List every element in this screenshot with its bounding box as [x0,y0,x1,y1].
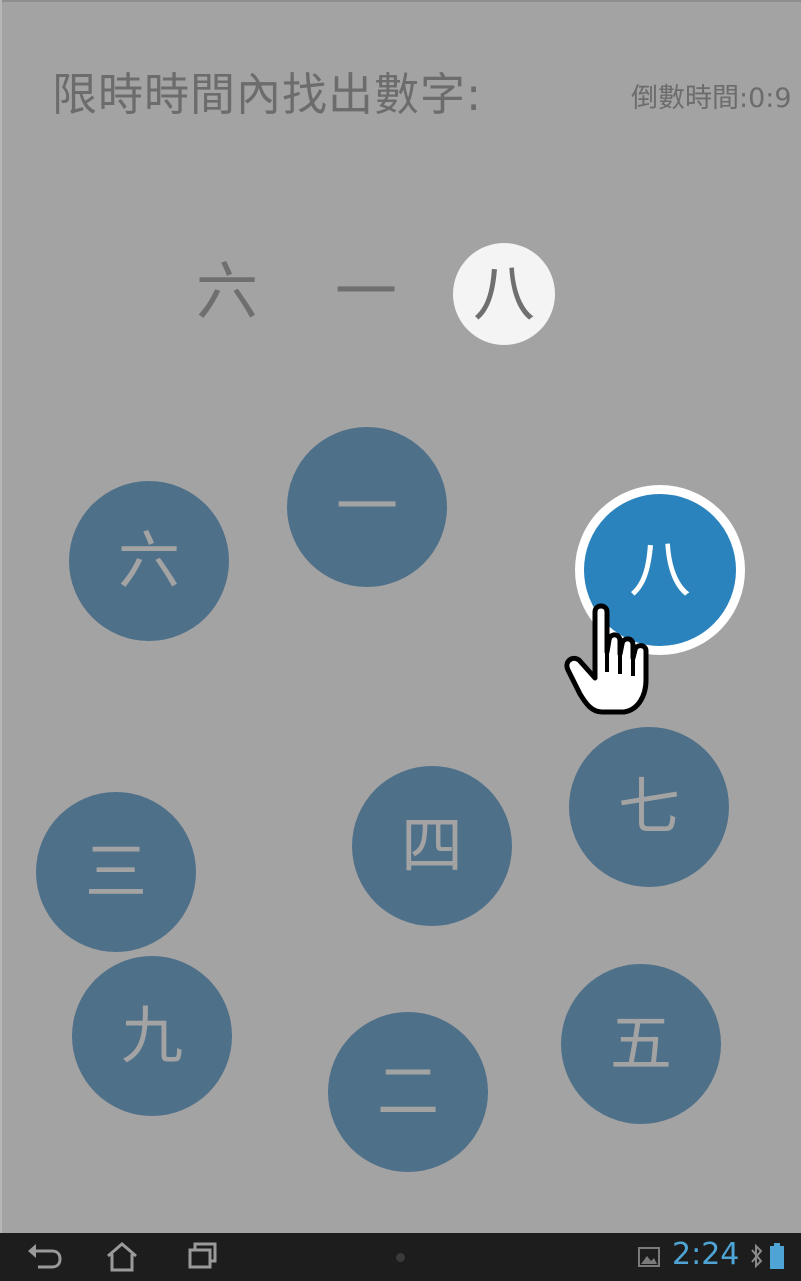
instruction-title: 限時時間內找出數字: [52,68,483,121]
number-bubble-si[interactable]: 四 [352,766,512,926]
number-bubble-er[interactable]: 二 [328,1012,488,1172]
page-indicator-dot [396,1253,405,1262]
number-bubble-yi[interactable]: 一 [287,427,447,587]
home-icon[interactable] [102,1239,142,1275]
number-bubble-liu[interactable]: 六 [69,481,229,641]
back-icon[interactable] [24,1239,64,1275]
countdown-timer: 倒數時間:0:9 [631,83,792,114]
sequence-item-2: 一 [334,255,397,328]
number-bubble-qi[interactable]: 七 [569,727,729,887]
sequence-item-1: 六 [195,255,258,328]
recent-apps-icon[interactable] [184,1239,224,1275]
status-clock: 2:24 [672,1237,740,1272]
battery-icon [770,1243,784,1269]
left-edge [0,0,2,1233]
number-bubble-san[interactable]: 三 [36,792,196,952]
sequence-item-current: 八 [453,243,555,345]
bluetooth-icon [751,1243,763,1269]
gallery-notification-icon [638,1247,660,1267]
number-bubble-wu[interactable]: 五 [561,964,721,1124]
number-bubble-jiu[interactable]: 九 [72,956,232,1116]
game-screen: 限時時間內找出數字: 倒數時間:0:9 六 一 八 一 六 八 七 四 三 九 … [0,0,801,1281]
system-navigation-bar: 2:24 [0,1233,801,1281]
pointing-hand-icon [564,603,649,715]
top-edge [0,0,801,2]
